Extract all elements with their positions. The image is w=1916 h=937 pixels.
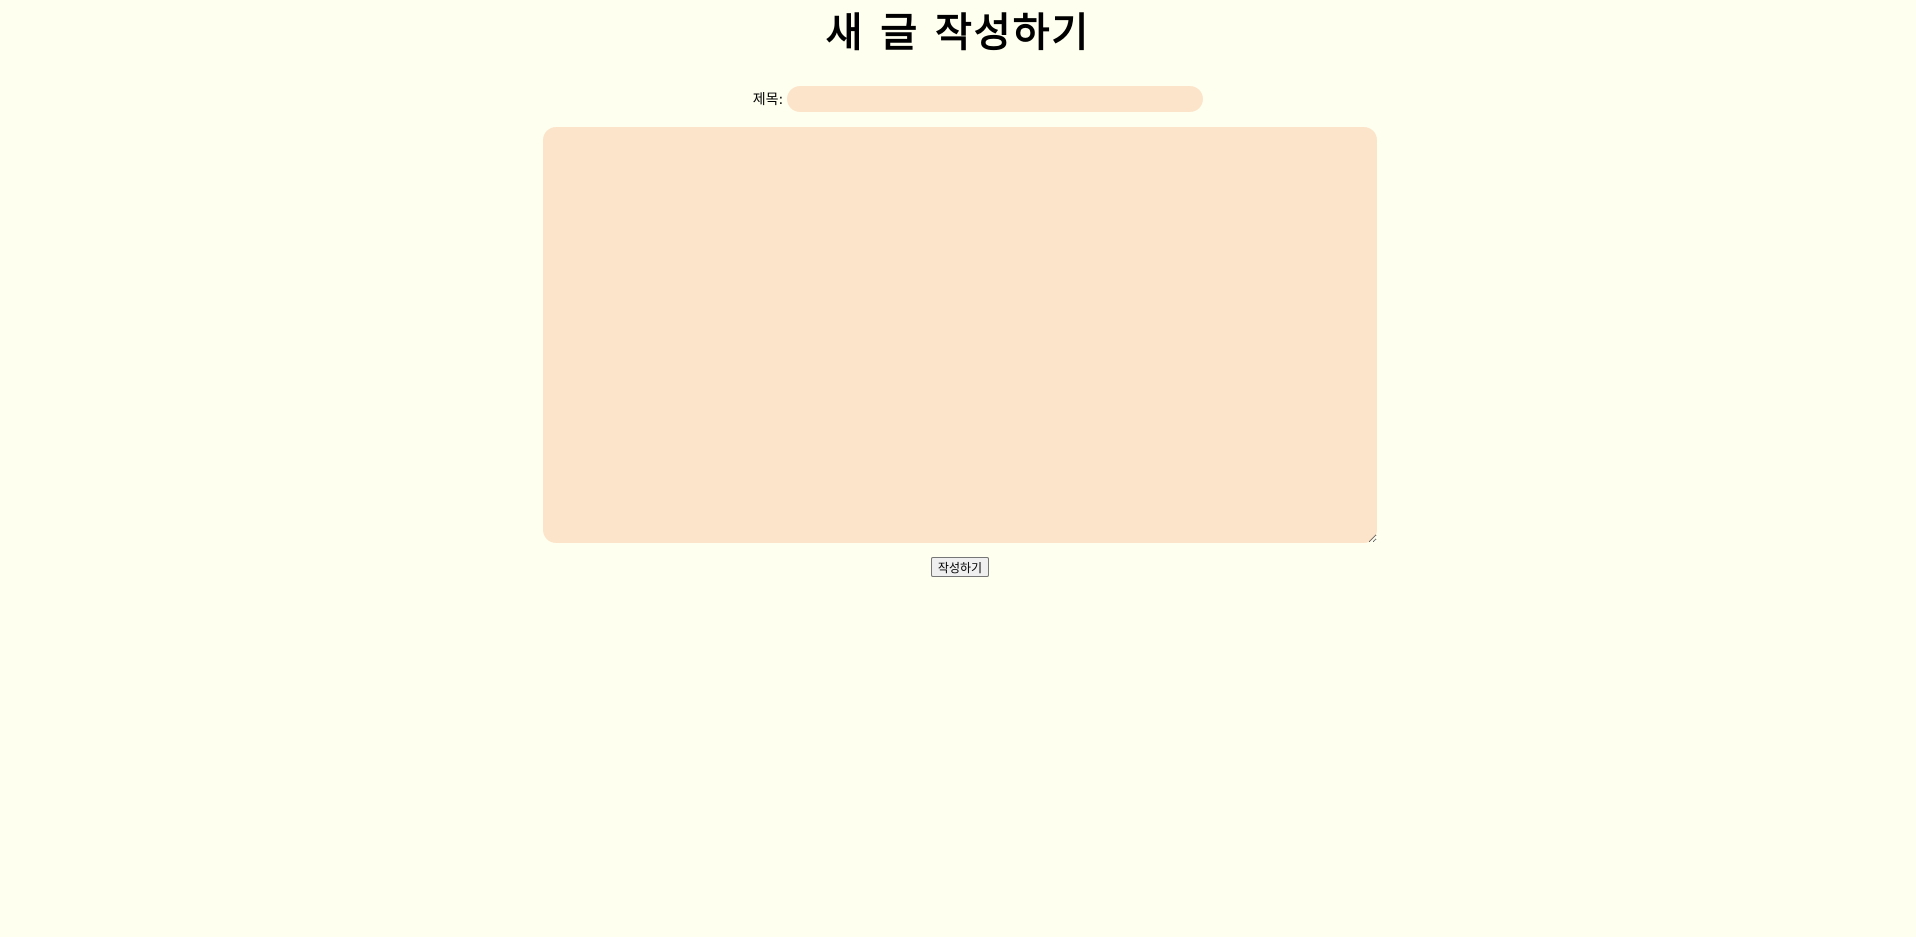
page: 새 글 작성하기 제목: 작성하기	[0, 0, 1916, 937]
content-textarea[interactable]	[543, 127, 1377, 543]
title-label: 제목:	[752, 92, 784, 108]
submit-button[interactable]: 작성하기	[930, 557, 990, 577]
page-title: 새 글 작성하기	[825, 10, 1091, 56]
title-input[interactable]	[787, 86, 1204, 112]
submit-row: 작성하기	[0, 557, 1916, 577]
title-field-row: 제목:	[0, 86, 1916, 112]
